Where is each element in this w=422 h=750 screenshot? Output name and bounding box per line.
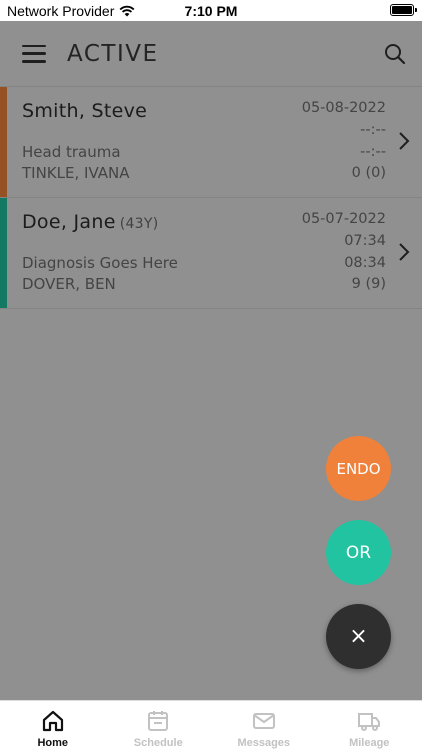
endo-button[interactable]: ENDO xyxy=(326,436,391,501)
tab-label: Mileage xyxy=(349,737,390,749)
calendar-icon xyxy=(148,711,169,731)
clock: 7:10 PM xyxy=(184,3,238,19)
tab-schedule[interactable]: Schedule xyxy=(106,701,212,750)
battery-icon xyxy=(390,4,417,16)
truck-icon xyxy=(358,713,381,731)
tab-label: Schedule xyxy=(133,737,183,749)
tab-messages[interactable]: Messages xyxy=(211,701,317,750)
tab-mileage[interactable]: Mileage xyxy=(317,701,422,750)
modal-backdrop[interactable] xyxy=(0,21,422,700)
status-bar: Network Provider 7:10 PM xyxy=(0,0,422,21)
tab-bar: Home Schedule Messages Mileage xyxy=(0,700,422,750)
tab-home[interactable]: Home xyxy=(0,701,106,750)
tab-label: Home xyxy=(37,737,69,749)
home-icon xyxy=(42,710,63,732)
tab-label: Messages xyxy=(237,737,291,749)
close-button[interactable]: × xyxy=(326,604,391,669)
or-button[interactable]: OR xyxy=(326,520,391,585)
mail-icon xyxy=(252,713,275,729)
